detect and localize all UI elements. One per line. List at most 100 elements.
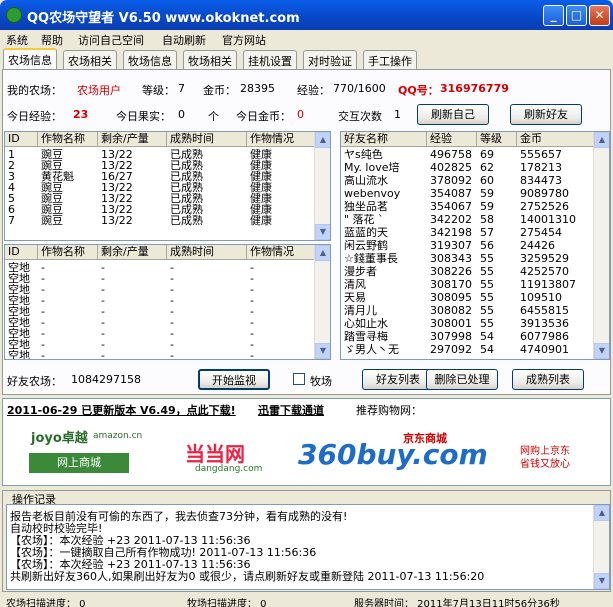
lands-col-mature-time[interactable]: 成熟时间 bbox=[167, 245, 247, 260]
friend-row[interactable]: ヤs纯色 496758 69 555657 bbox=[341, 149, 609, 160]
friend-row[interactable]: webenvoy 354087 59 9089780 bbox=[341, 188, 609, 199]
friends-col-exp[interactable]: 经验 bbox=[427, 132, 477, 147]
crops-col-mature-time[interactable]: 成熟时间 bbox=[167, 132, 247, 147]
friend-row[interactable]: ゞ男人丶无 297092 54 4740901 bbox=[341, 344, 609, 355]
crop-row[interactable]: 4 豌豆 13/22 已成熟 健康 bbox=[5, 182, 330, 193]
crop-cell: 健康 bbox=[250, 193, 272, 204]
menu-help[interactable]: 帮助 bbox=[41, 32, 63, 48]
friends-scrollbar[interactable]: ▲ ▼ bbox=[593, 132, 609, 359]
tab-ranch-related[interactable]: 牧场相关 bbox=[183, 50, 237, 69]
tab-time-verify[interactable]: 对时验证 bbox=[303, 50, 357, 69]
ranch-checkbox-label[interactable]: 牧场 bbox=[310, 373, 332, 389]
friend-cell: ☆錢董事長 bbox=[344, 253, 398, 264]
friend-row[interactable]: 清风 308170 55 11913807 bbox=[341, 279, 609, 290]
menu-auto-refresh[interactable]: 自动刷新 bbox=[162, 32, 206, 48]
lands-col-id[interactable]: ID bbox=[5, 245, 38, 260]
crop-row[interactable]: 1 豌豆 13/22 已成熟 健康 bbox=[5, 149, 330, 160]
log-scroll-down-icon[interactable]: ▼ bbox=[594, 573, 609, 589]
land-row[interactable]: 空地 - - - - bbox=[5, 339, 330, 350]
crops-col-name[interactable]: 作物名称 bbox=[38, 132, 98, 147]
menu-visit-own-space[interactable]: 访问自己空间 bbox=[78, 32, 144, 48]
lands-grid[interactable]: ID 作物名称 剩余/产量 成熟时间 作物情况 空地 - - - - 空地 - - - - 空地 - -… bbox=[4, 244, 331, 360]
friend-cell: 109510 bbox=[520, 292, 562, 303]
crops-col-status[interactable]: 作物情况 bbox=[247, 132, 316, 147]
land-cell: - bbox=[41, 306, 45, 317]
thunder-download-link[interactable]: 迅雷下载通道 bbox=[258, 402, 324, 418]
friend-row[interactable]: My. love培 402825 62 178213 bbox=[341, 162, 609, 173]
friends-grid[interactable]: 好友名称 经验 等级 金币 ヤs纯色 496758 69 555657 My. love… bbox=[340, 131, 610, 360]
friend-row[interactable]: 踏雪寻梅 307998 54 6077986 bbox=[341, 331, 609, 342]
crops-scrollbar[interactable]: ▲ ▼ bbox=[314, 132, 330, 240]
minimize-button[interactable]: _ bbox=[543, 5, 564, 26]
gold-value: 28395 bbox=[240, 82, 275, 95]
friend-row[interactable]: 漫步者 308226 55 4252570 bbox=[341, 266, 609, 277]
crops-grid[interactable]: ID 作物名称 剩余/产量 成熟时间 作物情况 1 豌豆 13/22 已成熟 健康 2 豌豆… bbox=[4, 131, 331, 241]
start-monitor-button[interactable]: 开始监视 bbox=[198, 369, 270, 390]
crop-row[interactable]: 2 豌豆 13/22 已成熟 健康 bbox=[5, 160, 330, 171]
lands-col-remain[interactable]: 剩余/产量 bbox=[98, 245, 167, 260]
lands-col-name[interactable]: 作物名称 bbox=[38, 245, 98, 260]
refresh-self-button[interactable]: 刷新自己 bbox=[417, 104, 489, 125]
menu-system[interactable]: 系统 bbox=[6, 32, 28, 48]
log-textarea[interactable]: 报告老板目前没有可偷的东西了，我去侦查73分钟，看有成熟的没有! 自动校时校验完毕… bbox=[6, 504, 610, 590]
land-row[interactable]: 空地 - - - - bbox=[5, 328, 330, 339]
crop-row[interactable]: 5 豌豆 13/22 已成熟 健康 bbox=[5, 193, 330, 204]
lands-scroll-up-icon[interactable]: ▲ bbox=[315, 245, 330, 261]
friend-cell: 6455815 bbox=[520, 305, 569, 316]
ranch-checkbox[interactable] bbox=[293, 373, 305, 385]
land-cell: - bbox=[41, 273, 45, 284]
crop-row[interactable]: 6 豌豆 13/22 已成熟 健康 bbox=[5, 204, 330, 215]
friend-row[interactable]: " 落花 ` 342202 58 14001310 bbox=[341, 214, 609, 225]
crops-scroll-up-icon[interactable]: ▲ bbox=[315, 132, 330, 148]
mature-list-button[interactable]: 成熟列表 bbox=[512, 369, 584, 390]
friend-row[interactable]: ☆錢董事長 308343 55 3259529 bbox=[341, 253, 609, 264]
friend-row[interactable]: 心如止水 308001 55 3913536 bbox=[341, 318, 609, 329]
tab-ranch-info[interactable]: 牧场信息 bbox=[123, 50, 177, 69]
tab-hangup-settings[interactable]: 挂机设置 bbox=[243, 50, 297, 69]
friend-row[interactable]: 闲云野鹤 319307 56 24426 bbox=[341, 240, 609, 251]
friend-cell: 56 bbox=[480, 240, 494, 251]
menu-official-site[interactable]: 官方网站 bbox=[222, 32, 266, 48]
friends-col-gold[interactable]: 金币 bbox=[517, 132, 595, 147]
joyo-ad[interactable]: joyo卓越 amazon.cn 网上商城 bbox=[27, 425, 145, 475]
friend-cell: 11913807 bbox=[520, 279, 576, 290]
lands-scroll-down-icon[interactable]: ▼ bbox=[315, 343, 330, 359]
delete-processed-button[interactable]: 删除已处理 bbox=[426, 369, 498, 390]
tab-farm-info[interactable]: 农场信息 bbox=[3, 48, 57, 70]
land-row[interactable]: 空地 - - - - bbox=[5, 262, 330, 273]
crops-scroll-down-icon[interactable]: ▼ bbox=[315, 224, 330, 240]
land-row[interactable]: 空地 - - - - bbox=[5, 295, 330, 306]
close-button[interactable]: ✕ bbox=[589, 5, 610, 26]
friend-row[interactable]: 高山流水 378092 60 834473 bbox=[341, 175, 609, 186]
land-row[interactable]: 空地 - - - - bbox=[5, 306, 330, 317]
friend-row[interactable]: 独坐品茗 354067 59 2752526 bbox=[341, 201, 609, 212]
land-row[interactable]: 空地 - - - - bbox=[5, 317, 330, 328]
friend-row[interactable]: 蓝蓝的天 342198 57 275454 bbox=[341, 227, 609, 238]
land-row[interactable]: 空地 - - - - bbox=[5, 350, 330, 359]
lands-col-status[interactable]: 作物情况 bbox=[247, 245, 316, 260]
friend-row[interactable]: 天易 308095 55 109510 bbox=[341, 292, 609, 303]
log-scrollbar[interactable]: ▲ ▼ bbox=[593, 505, 609, 589]
friend-list-button[interactable]: 好友列表 bbox=[362, 369, 434, 390]
friends-scroll-down-icon[interactable]: ▼ bbox=[594, 343, 609, 359]
tab-farm-related[interactable]: 农场相关 bbox=[63, 50, 117, 69]
crop-row[interactable]: 3 黄花魁 16/27 已成熟 健康 bbox=[5, 171, 330, 182]
360buy-ad[interactable]: 360buy.com 京东商城 网购上京东 省钱又放心 bbox=[298, 428, 588, 478]
update-notice-link[interactable]: 2011-06-29 已更新版本 V6.49，点此下载! bbox=[7, 402, 236, 418]
refresh-friends-button[interactable]: 刷新好友 bbox=[510, 104, 582, 125]
tab-manual-ops[interactable]: 手工操作 bbox=[363, 50, 417, 69]
log-scroll-up-icon[interactable]: ▲ bbox=[594, 505, 609, 521]
crops-col-id[interactable]: ID bbox=[5, 132, 38, 147]
friends-col-level[interactable]: 等级 bbox=[477, 132, 517, 147]
land-row[interactable]: 空地 - - - - bbox=[5, 284, 330, 295]
friend-row[interactable]: 清月儿 308082 55 6455815 bbox=[341, 305, 609, 316]
maximize-button[interactable]: □ bbox=[566, 5, 587, 26]
lands-scrollbar[interactable]: ▲ ▼ bbox=[314, 245, 330, 359]
land-row[interactable]: 空地 - - - - bbox=[5, 273, 330, 284]
friends-col-name[interactable]: 好友名称 bbox=[341, 132, 427, 147]
friends-scroll-up-icon[interactable]: ▲ bbox=[594, 132, 609, 148]
dangdang-ad[interactable]: 当当网 dangdang.com bbox=[185, 438, 265, 478]
crops-col-remain[interactable]: 剩余/产量 bbox=[98, 132, 167, 147]
crop-row[interactable]: 7 豌豆 13/22 已成熟 健康 bbox=[5, 215, 330, 226]
friend-cell: 24426 bbox=[520, 240, 555, 251]
